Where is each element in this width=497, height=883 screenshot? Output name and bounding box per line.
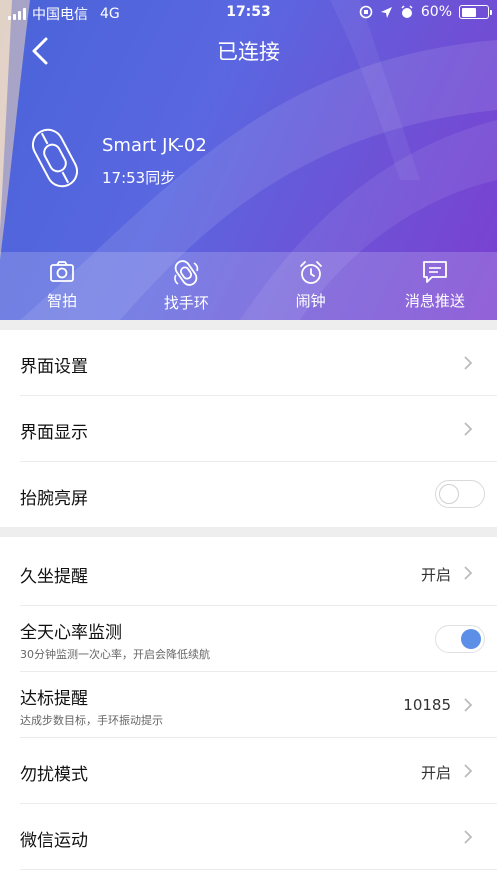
setting-title: 抬腕亮屏 <box>20 489 88 509</box>
chevron-right-icon <box>464 830 473 844</box>
battery-icon <box>459 5 492 19</box>
message-icon <box>422 261 447 283</box>
find-band-icon <box>174 260 199 286</box>
setting-subtitle: 达成步数目标，手环振动提示 <box>20 714 163 727</box>
setting-title: 勿扰模式 <box>20 765 88 785</box>
setting-raise-to-wake[interactable]: 抬腕亮屏 <box>0 462 497 527</box>
tool-label: 找手环 <box>163 294 209 312</box>
setting-value: 开启 <box>420 566 451 584</box>
setting-title: 微信运动 <box>20 831 88 851</box>
setting-goal-reminder[interactable]: 达标提醒 达成步数目标，手环振动提示 10185 <box>0 672 497 738</box>
tool-label: 智拍 <box>47 292 78 310</box>
tool-bar: 智拍 找手环 闹钟 消息推送 <box>0 252 497 320</box>
location-icon <box>380 6 392 18</box>
camera-icon <box>50 261 75 282</box>
nav-bar: 已连接 <box>0 26 497 76</box>
setting-wechat-sports[interactable]: 微信运动 <box>0 804 497 870</box>
tool-camera[interactable]: 智拍 <box>0 252 124 320</box>
setting-interface-display[interactable]: 界面显示 <box>0 396 497 462</box>
tool-label: 消息推送 <box>404 292 465 310</box>
rotation-lock-icon <box>359 5 373 19</box>
section-divider <box>0 320 497 330</box>
chevron-right-icon <box>464 422 473 436</box>
chevron-right-icon <box>464 566 473 580</box>
alarm-clock-icon <box>299 261 322 284</box>
setting-title: 界面显示 <box>20 423 88 443</box>
setting-title: 达标提醒 <box>20 689 88 709</box>
chevron-right-icon <box>464 698 473 712</box>
section-divider <box>0 527 497 537</box>
setting-value: 开启 <box>420 764 451 782</box>
setting-do-not-disturb[interactable]: 勿扰模式 开启 <box>0 738 497 804</box>
tool-label: 闹钟 <box>295 292 326 310</box>
tool-message-push[interactable]: 消息推送 <box>373 252 497 320</box>
chevron-right-icon <box>464 764 473 778</box>
page-title: 已连接 <box>217 40 280 64</box>
status-bar: 中国电信 4G 17:53 60% <box>0 0 497 26</box>
smart-band-icon <box>31 128 79 188</box>
alarm-status-icon <box>401 5 413 18</box>
device-name: Smart JK-02 <box>102 135 207 156</box>
device-info: Smart JK-02 17:53同步 <box>30 126 470 196</box>
setting-subtitle: 30分钟监测一次心率，开启会降低续航 <box>20 648 210 661</box>
raise-to-wake-toggle[interactable] <box>435 480 485 508</box>
setting-interface-settings[interactable]: 界面设置 <box>0 330 497 396</box>
setting-value: 10185 <box>403 696 451 714</box>
heart-rate-toggle[interactable] <box>435 625 485 653</box>
setting-heart-rate-monitor[interactable]: 全天心率监测 30分钟监测一次心率，开启会降低续航 <box>0 606 497 672</box>
setting-title: 久坐提醒 <box>20 567 88 587</box>
setting-title: 全天心率监测 <box>20 623 122 643</box>
device-header: 中国电信 4G 17:53 60% 已连接 Smart JK-02 17:53同… <box>0 0 497 320</box>
device-sync-time: 17:53同步 <box>102 169 176 187</box>
setting-sedentary-reminder[interactable]: 久坐提醒 开启 <box>0 537 497 606</box>
tool-find-band[interactable]: 找手环 <box>124 252 248 320</box>
setting-title: 界面设置 <box>20 357 88 377</box>
tool-alarm[interactable]: 闹钟 <box>249 252 373 320</box>
battery-percent: 60% <box>420 4 452 20</box>
chevron-right-icon <box>464 356 473 370</box>
